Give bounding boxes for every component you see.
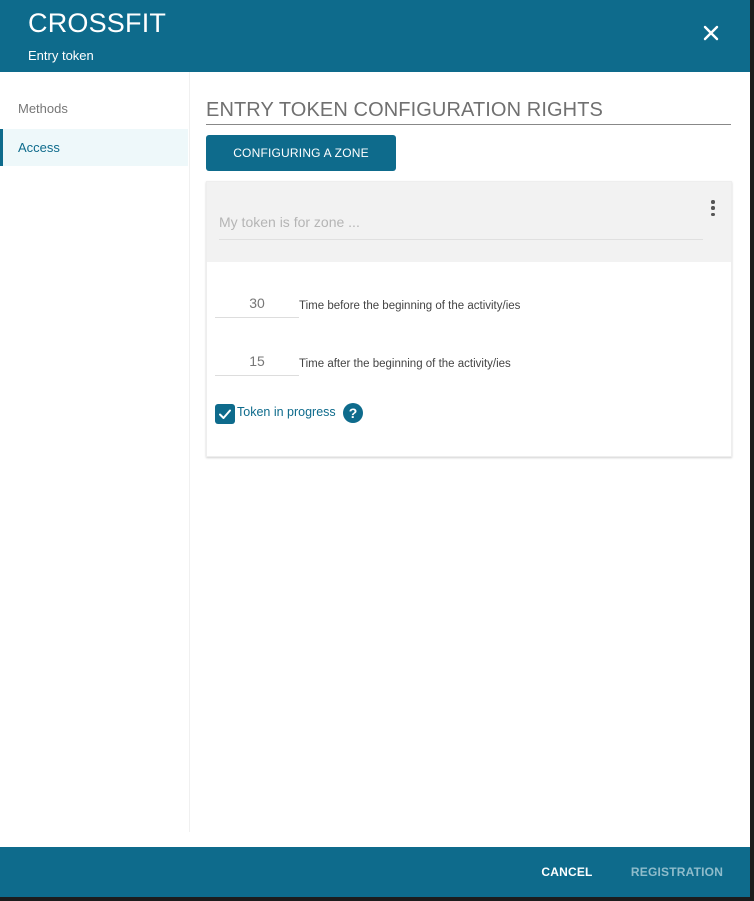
zone-card: Time before the beginning of the activit… — [206, 181, 732, 457]
sidebar-item-access[interactable]: Access — [0, 129, 188, 166]
close-icon — [703, 25, 719, 41]
more-vert-icon-dot — [711, 206, 715, 210]
more-vert-icon — [711, 200, 715, 204]
help-icon[interactable]: ? — [343, 403, 363, 423]
checkmark-icon — [219, 409, 231, 419]
window-bottom-edge — [0, 897, 754, 901]
time-before-label: Time before the beginning of the activit… — [299, 300, 521, 312]
time-after-label: Time after the beginning of the activity… — [299, 358, 511, 370]
sidebar: Methods Access — [0, 72, 190, 832]
dialog-header: CROSSFIT Entry token — [0, 0, 750, 72]
more-vert-icon-dot — [711, 212, 715, 216]
page-title: ENTRY TOKEN CONFIGURATION RIGHTS — [206, 99, 731, 125]
zone-input[interactable] — [219, 204, 703, 240]
time-before-field[interactable] — [215, 288, 299, 318]
window-edge — [750, 0, 754, 901]
token-in-progress-checkbox[interactable] — [216, 405, 234, 423]
more-options-button[interactable] — [707, 198, 719, 218]
cancel-button[interactable]: CANCEL — [528, 847, 606, 897]
token-in-progress-label[interactable]: Token in progress — [237, 405, 336, 419]
sidebar-item-methods[interactable]: Methods — [0, 90, 188, 127]
card-header — [207, 182, 731, 262]
dialog-subtitle: Entry token — [28, 48, 94, 63]
configure-zone-button[interactable]: CONFIGURING A ZONE — [206, 135, 396, 171]
close-button[interactable] — [698, 20, 724, 46]
dialog-title: CROSSFIT — [28, 8, 167, 38]
registration-button[interactable]: REGISTRATION — [622, 847, 732, 897]
time-after-field[interactable] — [215, 346, 299, 376]
